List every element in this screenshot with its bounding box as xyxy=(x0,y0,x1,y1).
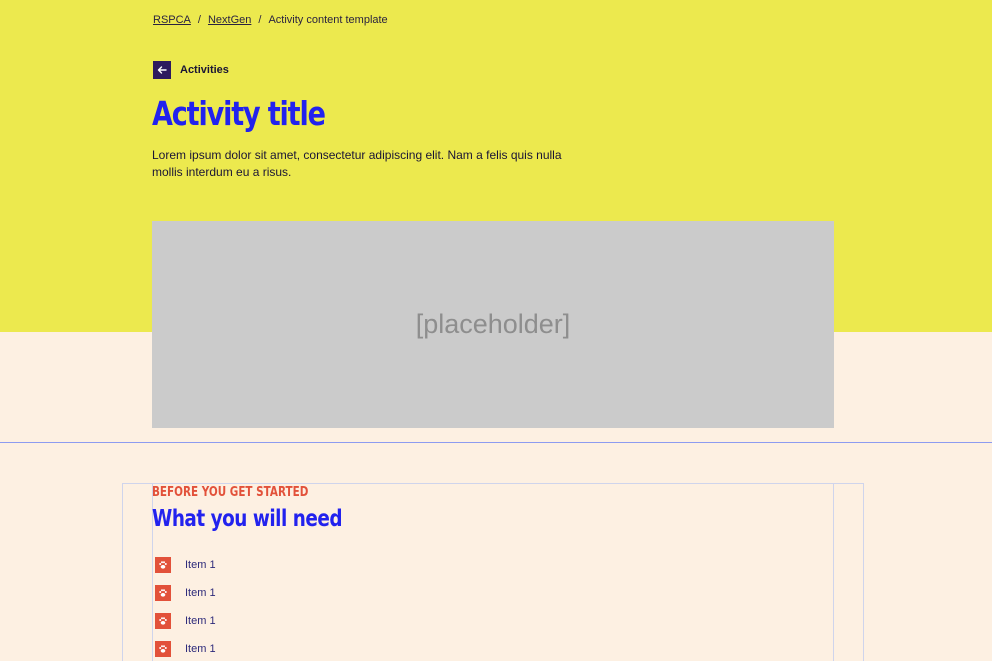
page-title: Activity title xyxy=(152,94,326,133)
list-item: Item 1 xyxy=(155,607,216,635)
hero-image-placeholder: [placeholder] xyxy=(152,221,834,428)
breadcrumb-current: Activity content template xyxy=(268,14,388,26)
breadcrumb-link-nextgen[interactable]: NextGen xyxy=(208,14,251,26)
section-divider xyxy=(0,442,992,443)
placeholder-label: [placeholder] xyxy=(415,309,571,339)
paw-icon xyxy=(155,613,171,629)
requirements-list: Item 1 Item 1 Item 1 Item 1 xyxy=(155,551,216,661)
list-item-label: Item 1 xyxy=(185,615,216,627)
intro-text: Lorem ipsum dolor sit amet, consectetur … xyxy=(152,148,562,179)
section-heading: What you will need xyxy=(152,506,343,532)
list-item: Item 1 xyxy=(155,635,216,661)
list-item-label: Item 1 xyxy=(185,643,216,655)
breadcrumb-link-rspca[interactable]: RSPCA xyxy=(153,14,191,26)
arrow-left-icon xyxy=(153,61,171,79)
back-to-activities-link[interactable]: Activities xyxy=(153,61,229,79)
list-item: Item 1 xyxy=(155,551,216,579)
breadcrumb-separator: / xyxy=(258,14,262,26)
paw-icon xyxy=(155,641,171,657)
breadcrumb: RSPCA / NextGen / Activity content templ… xyxy=(153,14,388,26)
section-eyebrow: BEFORE YOU GET STARTED xyxy=(152,485,309,500)
list-item-label: Item 1 xyxy=(185,559,216,571)
paw-icon xyxy=(155,557,171,573)
list-item: Item 1 xyxy=(155,579,216,607)
back-link-label: Activities xyxy=(180,64,229,76)
breadcrumb-separator: / xyxy=(197,14,201,26)
paw-icon xyxy=(155,585,171,601)
list-item-label: Item 1 xyxy=(185,587,216,599)
